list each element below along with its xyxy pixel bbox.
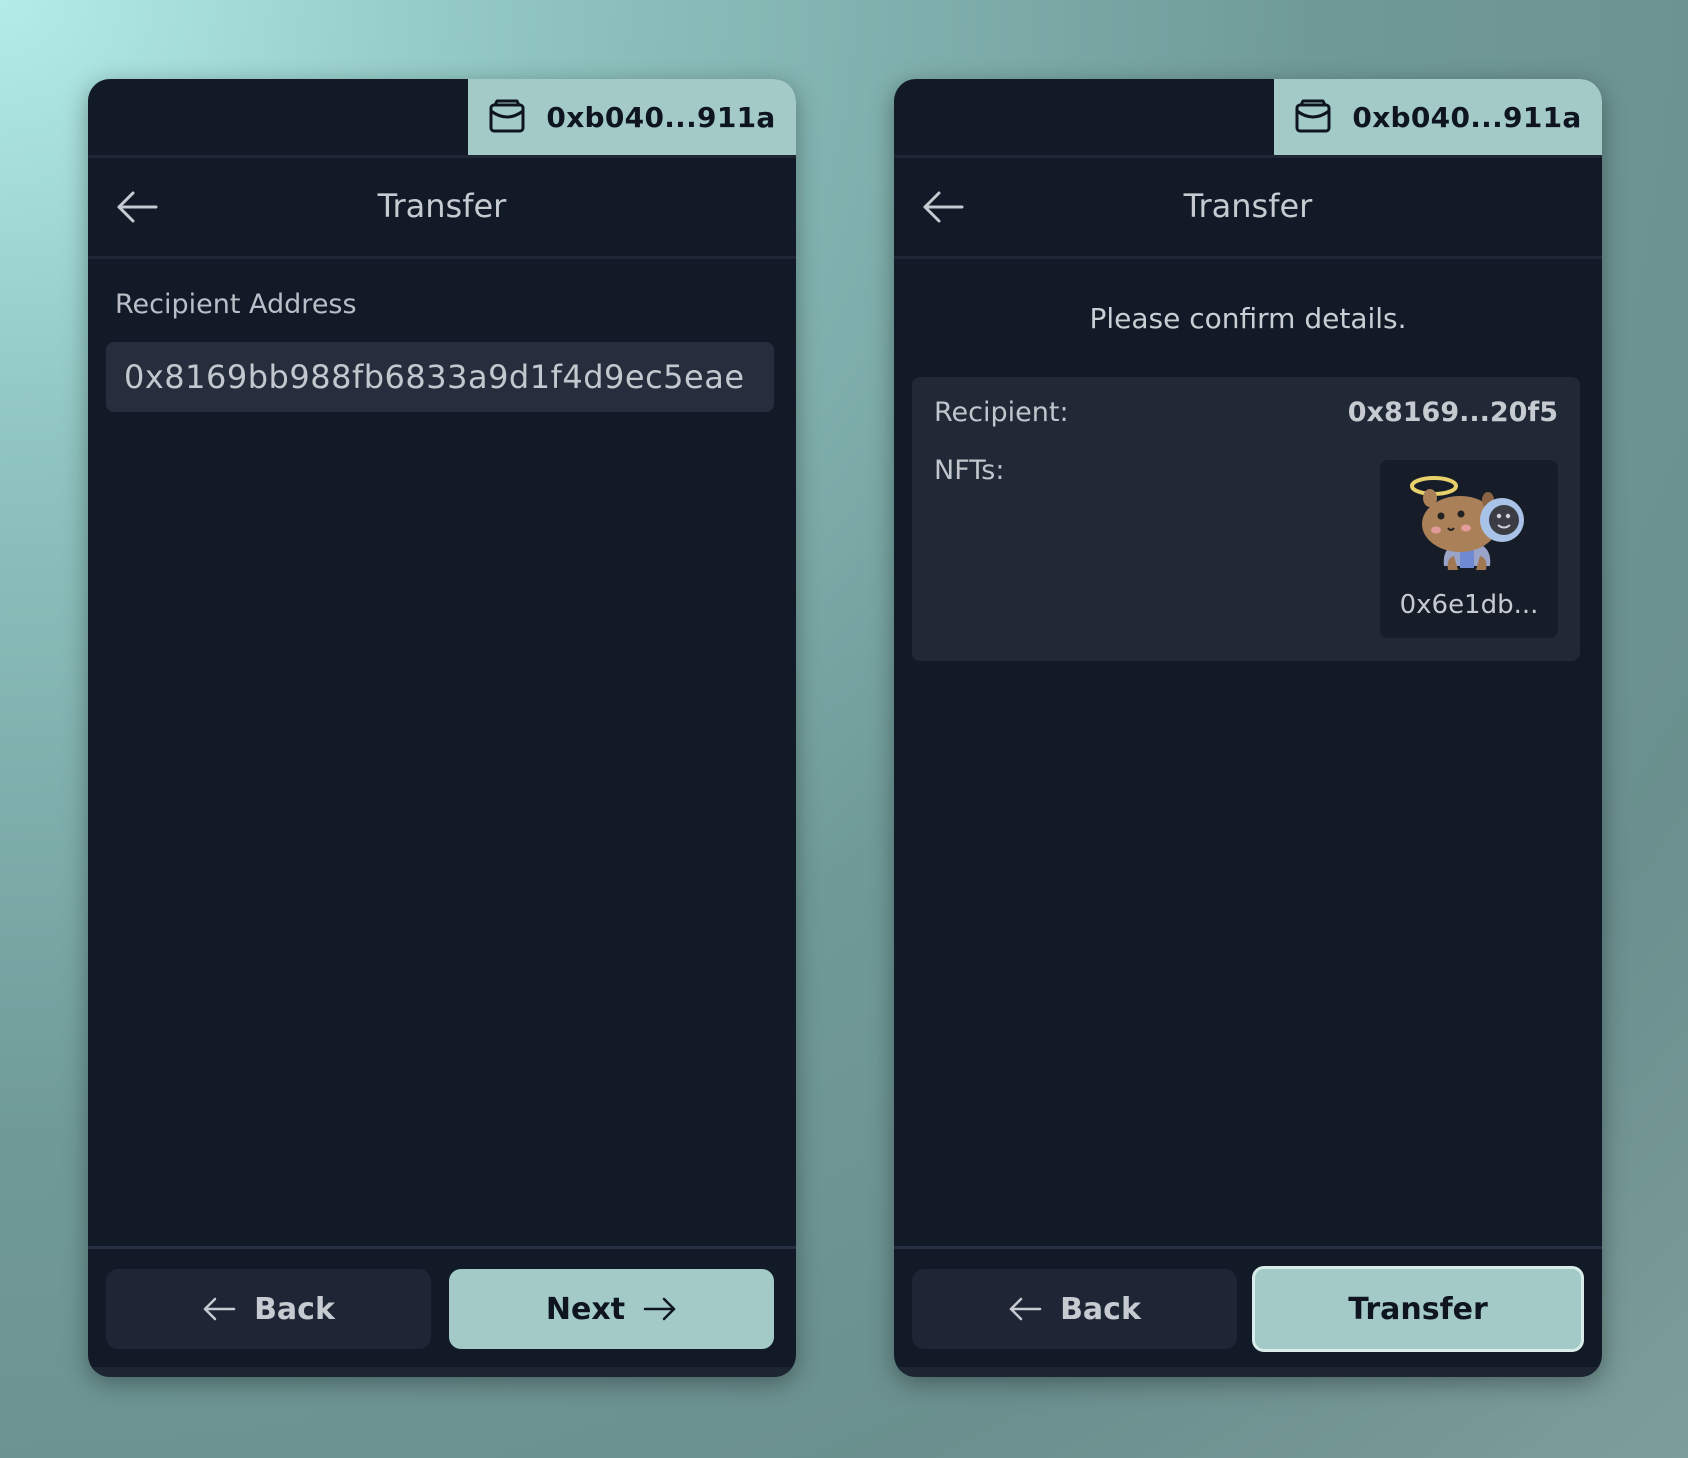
back-button-label: Back [1060,1291,1141,1327]
arrow-left-icon [203,1297,236,1321]
page-header: Transfer [894,158,1602,256]
page-title: Transfer [1183,187,1313,225]
page-header: Transfer [88,158,796,256]
wallet-chip[interactable]: 0xb040...911a [468,79,796,155]
nft-thumbnail [1410,476,1524,570]
wallet-icon [1295,99,1331,133]
next-button-label: Next [545,1291,626,1327]
bottom-strip [894,1367,1602,1377]
back-button[interactable]: Back [912,1269,1237,1349]
footer-divider [88,1246,796,1249]
divider [88,256,796,259]
page-title: Transfer [377,187,507,225]
transfer-panel-recipient: 0xb040...911a Transfer Recipient Address… [88,79,796,1377]
back-button-label: Back [254,1291,335,1327]
back-button[interactable]: Back [106,1269,431,1349]
arrow-left-icon [1009,1297,1042,1321]
confirm-prompt: Please confirm details. [1089,302,1407,335]
next-button[interactable]: Next [449,1269,774,1349]
recipient-value: 0x8169...20f5 [1347,397,1558,428]
wallet-address: 0xb040...911a [546,100,776,134]
nft-card: 0x6e1db... [1380,460,1558,638]
wallet-icon [489,99,525,133]
nft-name: 0x6e1db... [1399,590,1539,620]
footer-divider [894,1246,1602,1249]
transfer-button-label: Transfer [1348,1291,1488,1327]
transfer-panel-confirm: 0xb040...911a Transfer Please confirm de… [894,79,1602,1377]
divider [894,256,1602,259]
recipient-label: Recipient: [934,397,1069,428]
recipient-address-input[interactable] [106,342,774,412]
transfer-details: Recipient: 0x8169...20f5 NFTs: 0x6e1db..… [912,377,1580,661]
top-bar: 0xb040...911a [88,79,796,155]
nfts-label: NFTs: [934,455,1005,486]
wallet-chip[interactable]: 0xb040...911a [1274,79,1602,155]
transfer-button[interactable]: Transfer [1252,1266,1584,1352]
recipient-address-label: Recipient Address [115,289,357,320]
wallet-address: 0xb040...911a [1352,100,1582,134]
top-bar: 0xb040...911a [894,79,1602,155]
bottom-strip [88,1367,796,1377]
arrow-right-icon [643,1297,676,1321]
